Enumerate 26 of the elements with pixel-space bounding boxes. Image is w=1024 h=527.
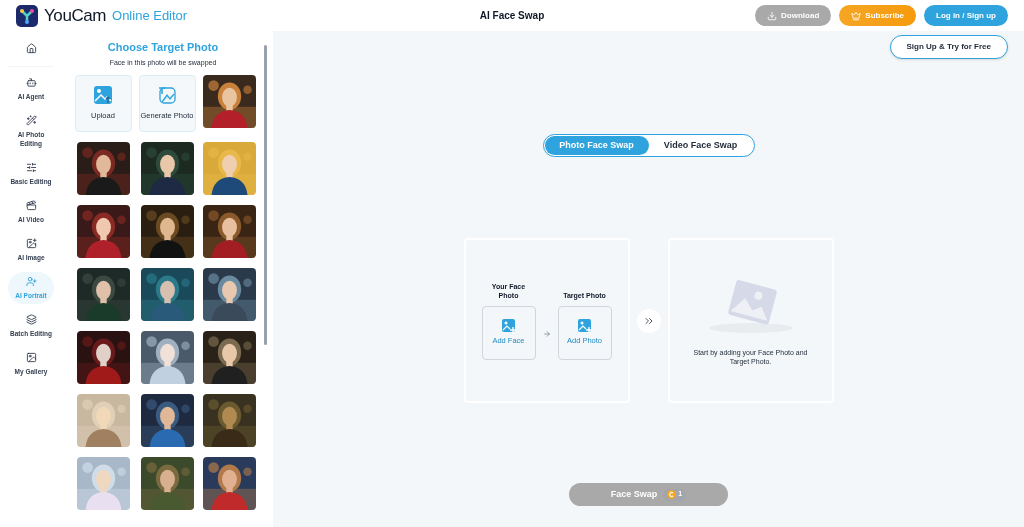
product-name: Online Editor <box>112 6 188 25</box>
layers-icon <box>25 314 37 325</box>
mode-tab[interactable]: Video Face Swap <box>648 136 753 155</box>
clapperboard-icon <box>25 200 37 211</box>
image-plus-icon <box>577 318 592 333</box>
wand-icon <box>25 115 37 126</box>
download-icon <box>767 10 778 21</box>
page-title: AI Face Swap <box>479 9 545 23</box>
image-text-icon <box>158 85 176 104</box>
brand-name: YouCam <box>44 4 107 27</box>
image-plus-icon <box>501 318 516 333</box>
sliders-icon <box>25 162 37 173</box>
image-upload-icon <box>94 85 112 104</box>
signup-tooltip: Sign Up & Try for Free <box>889 35 1008 59</box>
user-plus-icon <box>25 276 37 287</box>
coin-icon <box>667 490 677 499</box>
crown-icon <box>851 10 862 21</box>
scrollbar[interactable] <box>264 45 267 345</box>
image-icon <box>25 352 37 363</box>
arrow-icon <box>542 329 551 338</box>
home-icon <box>25 43 37 54</box>
next-arrow-button[interactable] <box>636 308 661 333</box>
logo-icon <box>16 4 38 27</box>
image-plus-icon <box>25 238 37 249</box>
panel-title: Choose Target Photo <box>107 40 219 55</box>
robot-icon <box>25 77 37 88</box>
